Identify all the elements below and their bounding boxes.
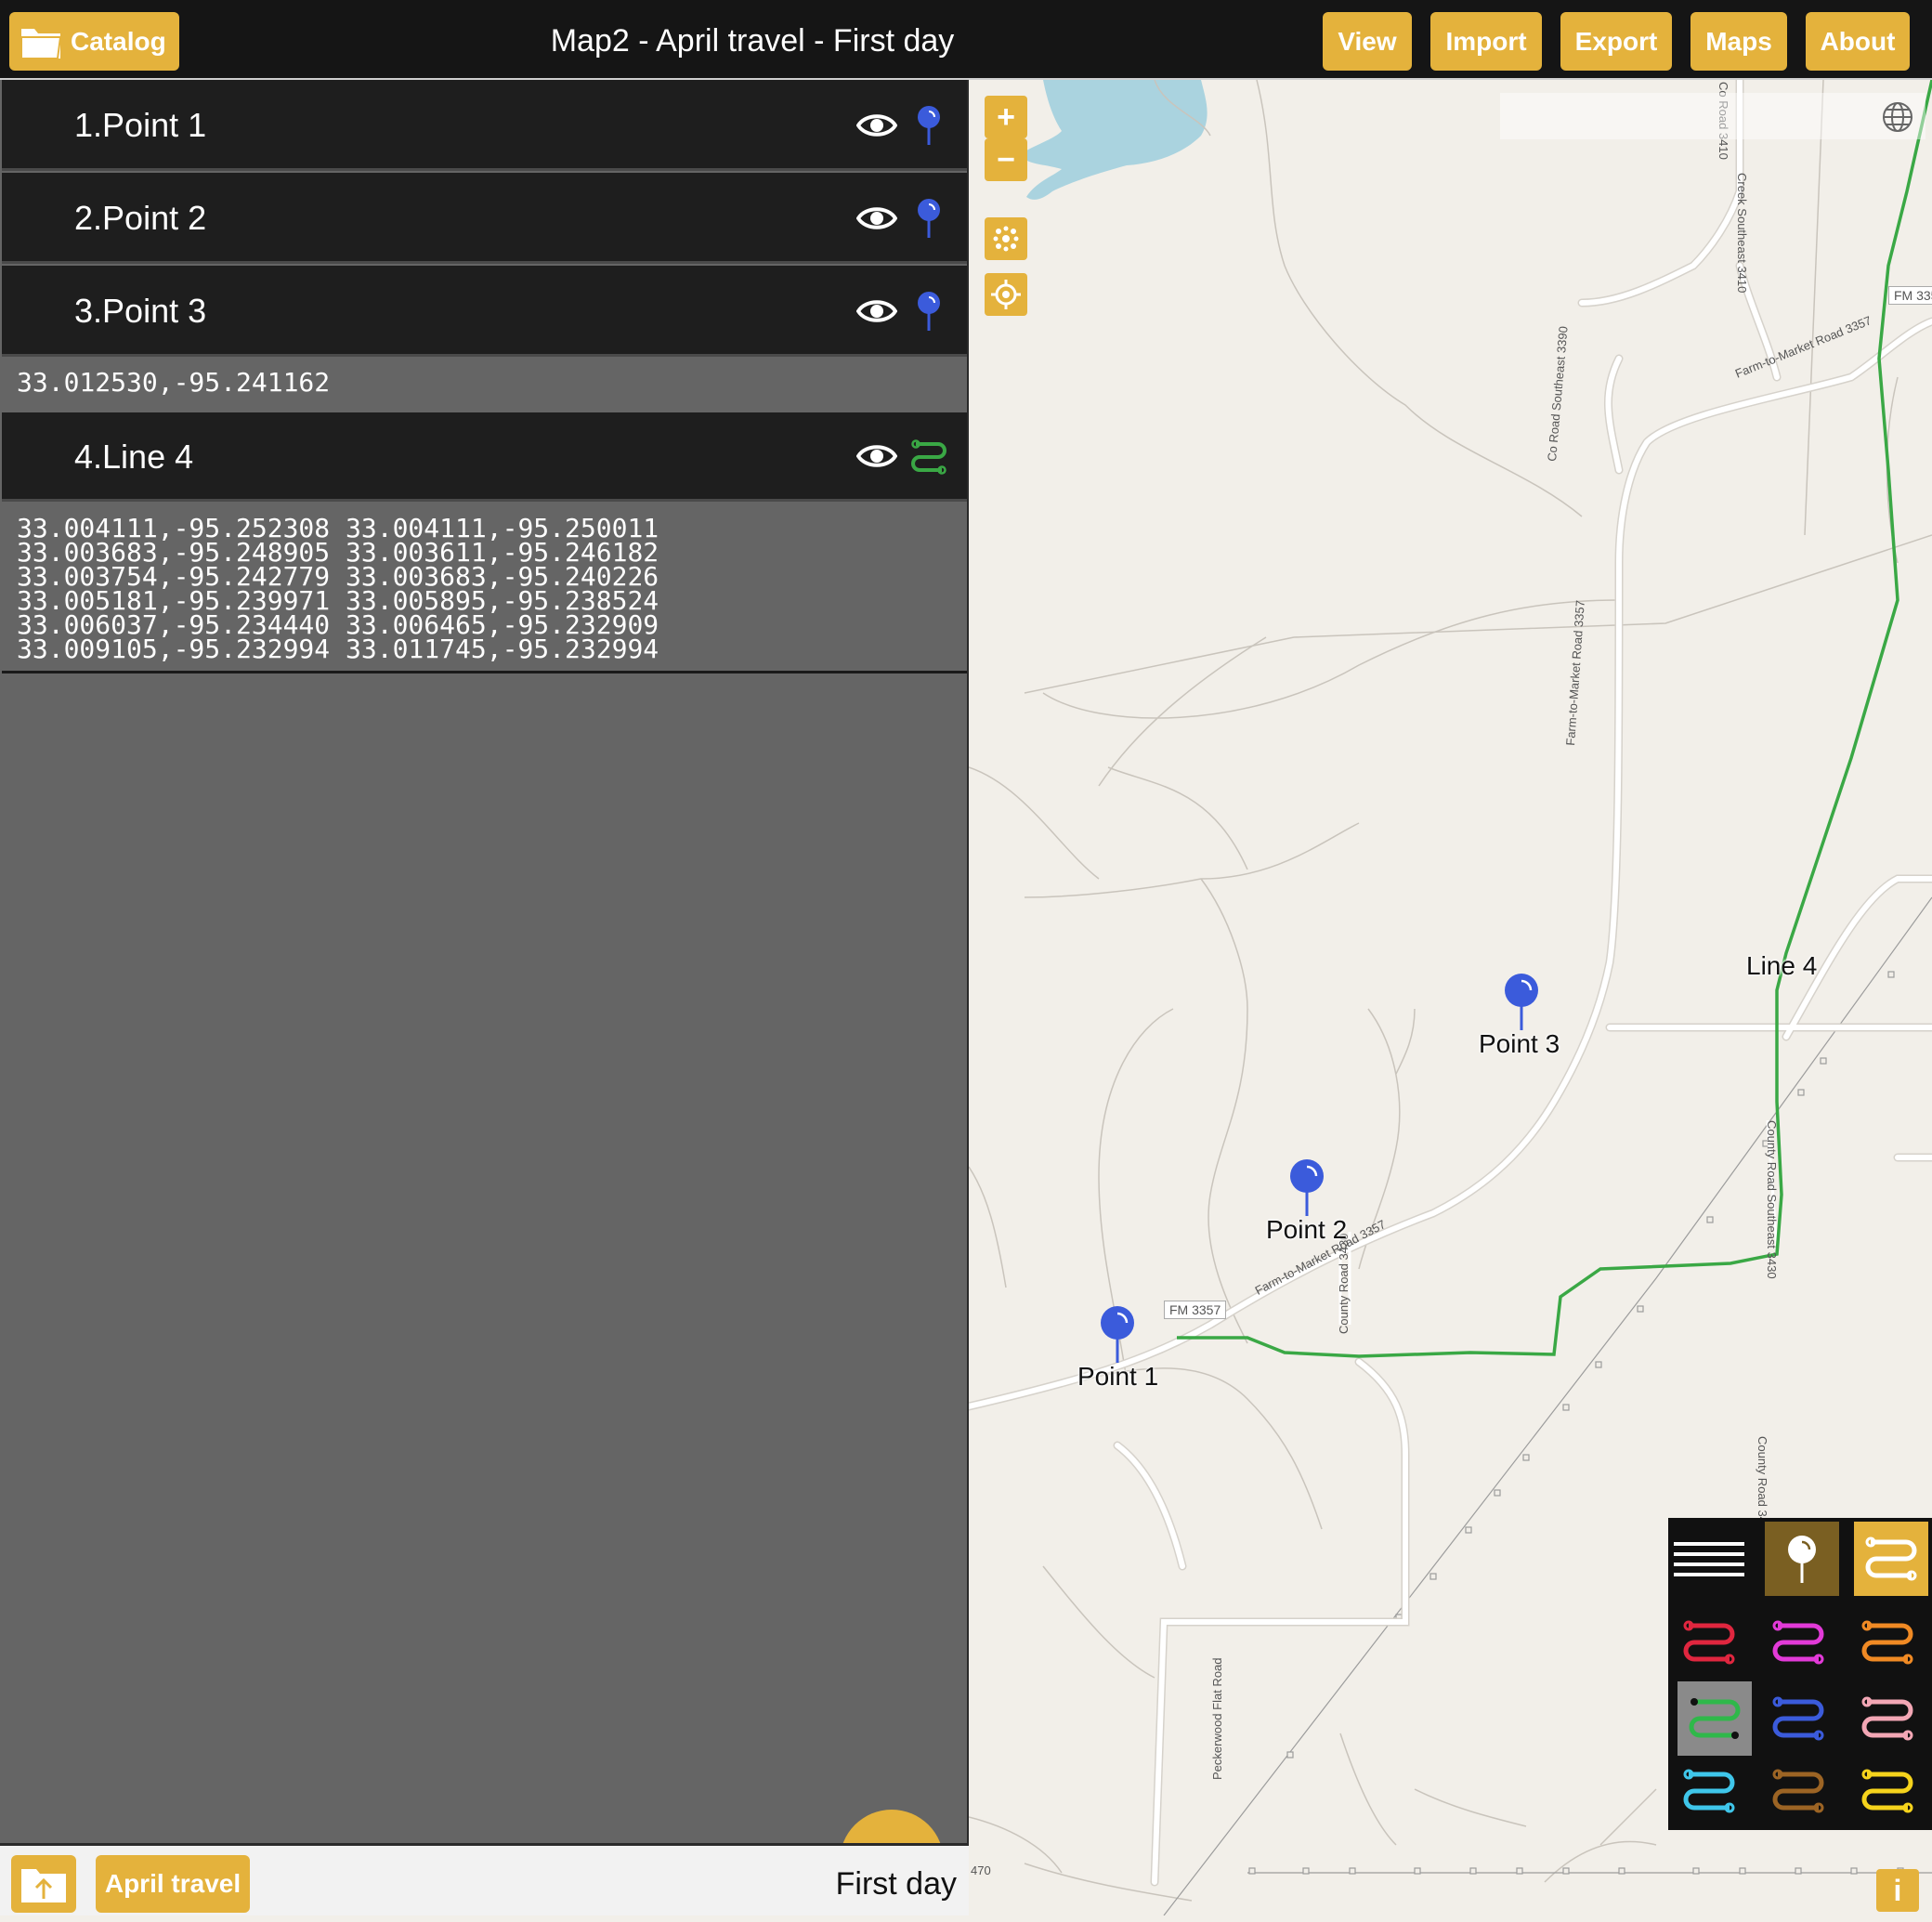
brown-line-icon — [1772, 1769, 1824, 1813]
road-label: County Road Southeast 3430 — [1765, 1120, 1779, 1279]
drawing-palette — [1668, 1518, 1932, 1830]
point-2-label: Point 2 — [1266, 1215, 1348, 1244]
color-cyan-button[interactable] — [1672, 1754, 1746, 1828]
elevation-label: 470 — [971, 1863, 991, 1877]
menu-icon — [1674, 1542, 1744, 1576]
maps-button[interactable]: Maps — [1690, 12, 1787, 71]
top-bar: Catalog Map2 - April travel - First day … — [0, 0, 1932, 80]
view-button[interactable]: View — [1323, 12, 1412, 71]
menu-button[interactable] — [1672, 1522, 1746, 1596]
green-line-icon — [911, 439, 946, 475]
zoom-in-button[interactable]: + — [985, 96, 1027, 138]
point-3-label: Point 3 — [1479, 1029, 1560, 1058]
list-item-point-1[interactable]: 1.Point 1 — [2, 80, 967, 171]
globe-icon[interactable] — [1881, 100, 1914, 134]
orange-line-icon — [1861, 1620, 1913, 1665]
point-2-marker[interactable] — [1286, 1157, 1327, 1217]
color-red-button[interactable] — [1672, 1605, 1746, 1680]
green-line-icon — [1689, 1698, 1741, 1739]
pink-line-icon — [1861, 1696, 1913, 1741]
fit-bounds-button[interactable] — [985, 217, 1027, 260]
lake — [1021, 80, 1208, 200]
color-yellow-button[interactable] — [1850, 1754, 1925, 1828]
list-item-label: 3.Point 3 — [74, 292, 207, 330]
info-button[interactable]: i — [1876, 1869, 1919, 1912]
magenta-line-icon — [1772, 1620, 1824, 1665]
point-1-marker[interactable] — [1097, 1304, 1138, 1364]
list-item-label: 4.Line 4 — [74, 438, 194, 476]
line-4-coordinates: 33.004111,-95.252308 33.004111,-95.25001… — [17, 516, 659, 664]
color-brown-button[interactable] — [1761, 1754, 1835, 1828]
about-button[interactable]: About — [1806, 12, 1910, 71]
blue-pin-icon — [918, 292, 940, 331]
blue-line-icon — [1772, 1696, 1824, 1741]
color-blue-button[interactable] — [1761, 1681, 1835, 1756]
point-3-coordinates: 33.012530,-95.241162 — [17, 367, 331, 398]
color-pink-button[interactable] — [1850, 1681, 1925, 1756]
cyan-line-icon — [1683, 1769, 1735, 1813]
list-item-line-4[interactable]: 4.Line 4 — [2, 412, 967, 502]
catalog-button[interactable]: Catalog — [9, 12, 179, 71]
export-button[interactable]: Export — [1560, 12, 1672, 71]
road-label: Creek Southeast 3410 — [1735, 173, 1749, 294]
line-tool-button[interactable] — [1854, 1522, 1928, 1596]
road-label: FM 3357 — [1164, 1301, 1227, 1319]
search-bar[interactable] — [1500, 93, 1925, 139]
folder-up-icon — [21, 1869, 66, 1902]
folder-button[interactable]: April travel — [96, 1855, 250, 1913]
road-label: FM 3357 — [1888, 286, 1932, 305]
line-tool-icon — [1865, 1536, 1917, 1581]
pin-tool-icon — [1788, 1536, 1816, 1583]
bottom-bar: April travel First day — [0, 1843, 969, 1915]
line-4-label: Line 4 — [1746, 951, 1818, 980]
eye-icon[interactable] — [856, 110, 897, 141]
point-3-marker[interactable] — [1501, 972, 1542, 1031]
zoom-out-button[interactable]: − — [985, 138, 1027, 181]
list-item-label: 1.Point 1 — [74, 106, 207, 144]
cluster-icon — [993, 226, 1019, 252]
current-map-name: First day — [835, 1866, 957, 1902]
road-label: County Road 3430 — [1337, 1233, 1351, 1334]
color-orange-button[interactable] — [1850, 1605, 1925, 1680]
eye-icon[interactable] — [856, 295, 897, 327]
color-green-button[interactable] — [1677, 1681, 1752, 1756]
folder-icon — [20, 28, 62, 59]
red-line-icon — [1683, 1620, 1735, 1665]
feature-list-panel: 1.Point 1 2.Point 2 3.Point 3 33.012530,… — [0, 80, 969, 1914]
import-button[interactable]: Import — [1430, 12, 1542, 71]
pin-tool-button[interactable] — [1765, 1522, 1839, 1596]
list-item-point-2[interactable]: 2.Point 2 — [2, 173, 967, 264]
parent-folder-button[interactable] — [11, 1855, 76, 1913]
eye-icon[interactable] — [856, 203, 897, 234]
list-item-point-3[interactable]: 3.Point 3 — [2, 266, 967, 357]
blue-pin-icon — [918, 199, 940, 238]
road-label: Peckerwood Flat Road — [1210, 1657, 1224, 1780]
eye-icon[interactable] — [856, 440, 897, 472]
divider — [2, 671, 967, 673]
blue-pin-icon — [918, 106, 940, 145]
catalog-label: Catalog — [71, 26, 166, 56]
color-magenta-button[interactable] — [1761, 1605, 1835, 1680]
locate-me-button[interactable] — [985, 273, 1027, 316]
list-item-label: 2.Point 2 — [74, 199, 207, 237]
point-1-label: Point 1 — [1077, 1362, 1159, 1391]
page-title: Map2 - April travel - First day — [550, 23, 955, 59]
crosshair-icon — [991, 280, 1021, 309]
yellow-line-icon — [1861, 1769, 1913, 1813]
